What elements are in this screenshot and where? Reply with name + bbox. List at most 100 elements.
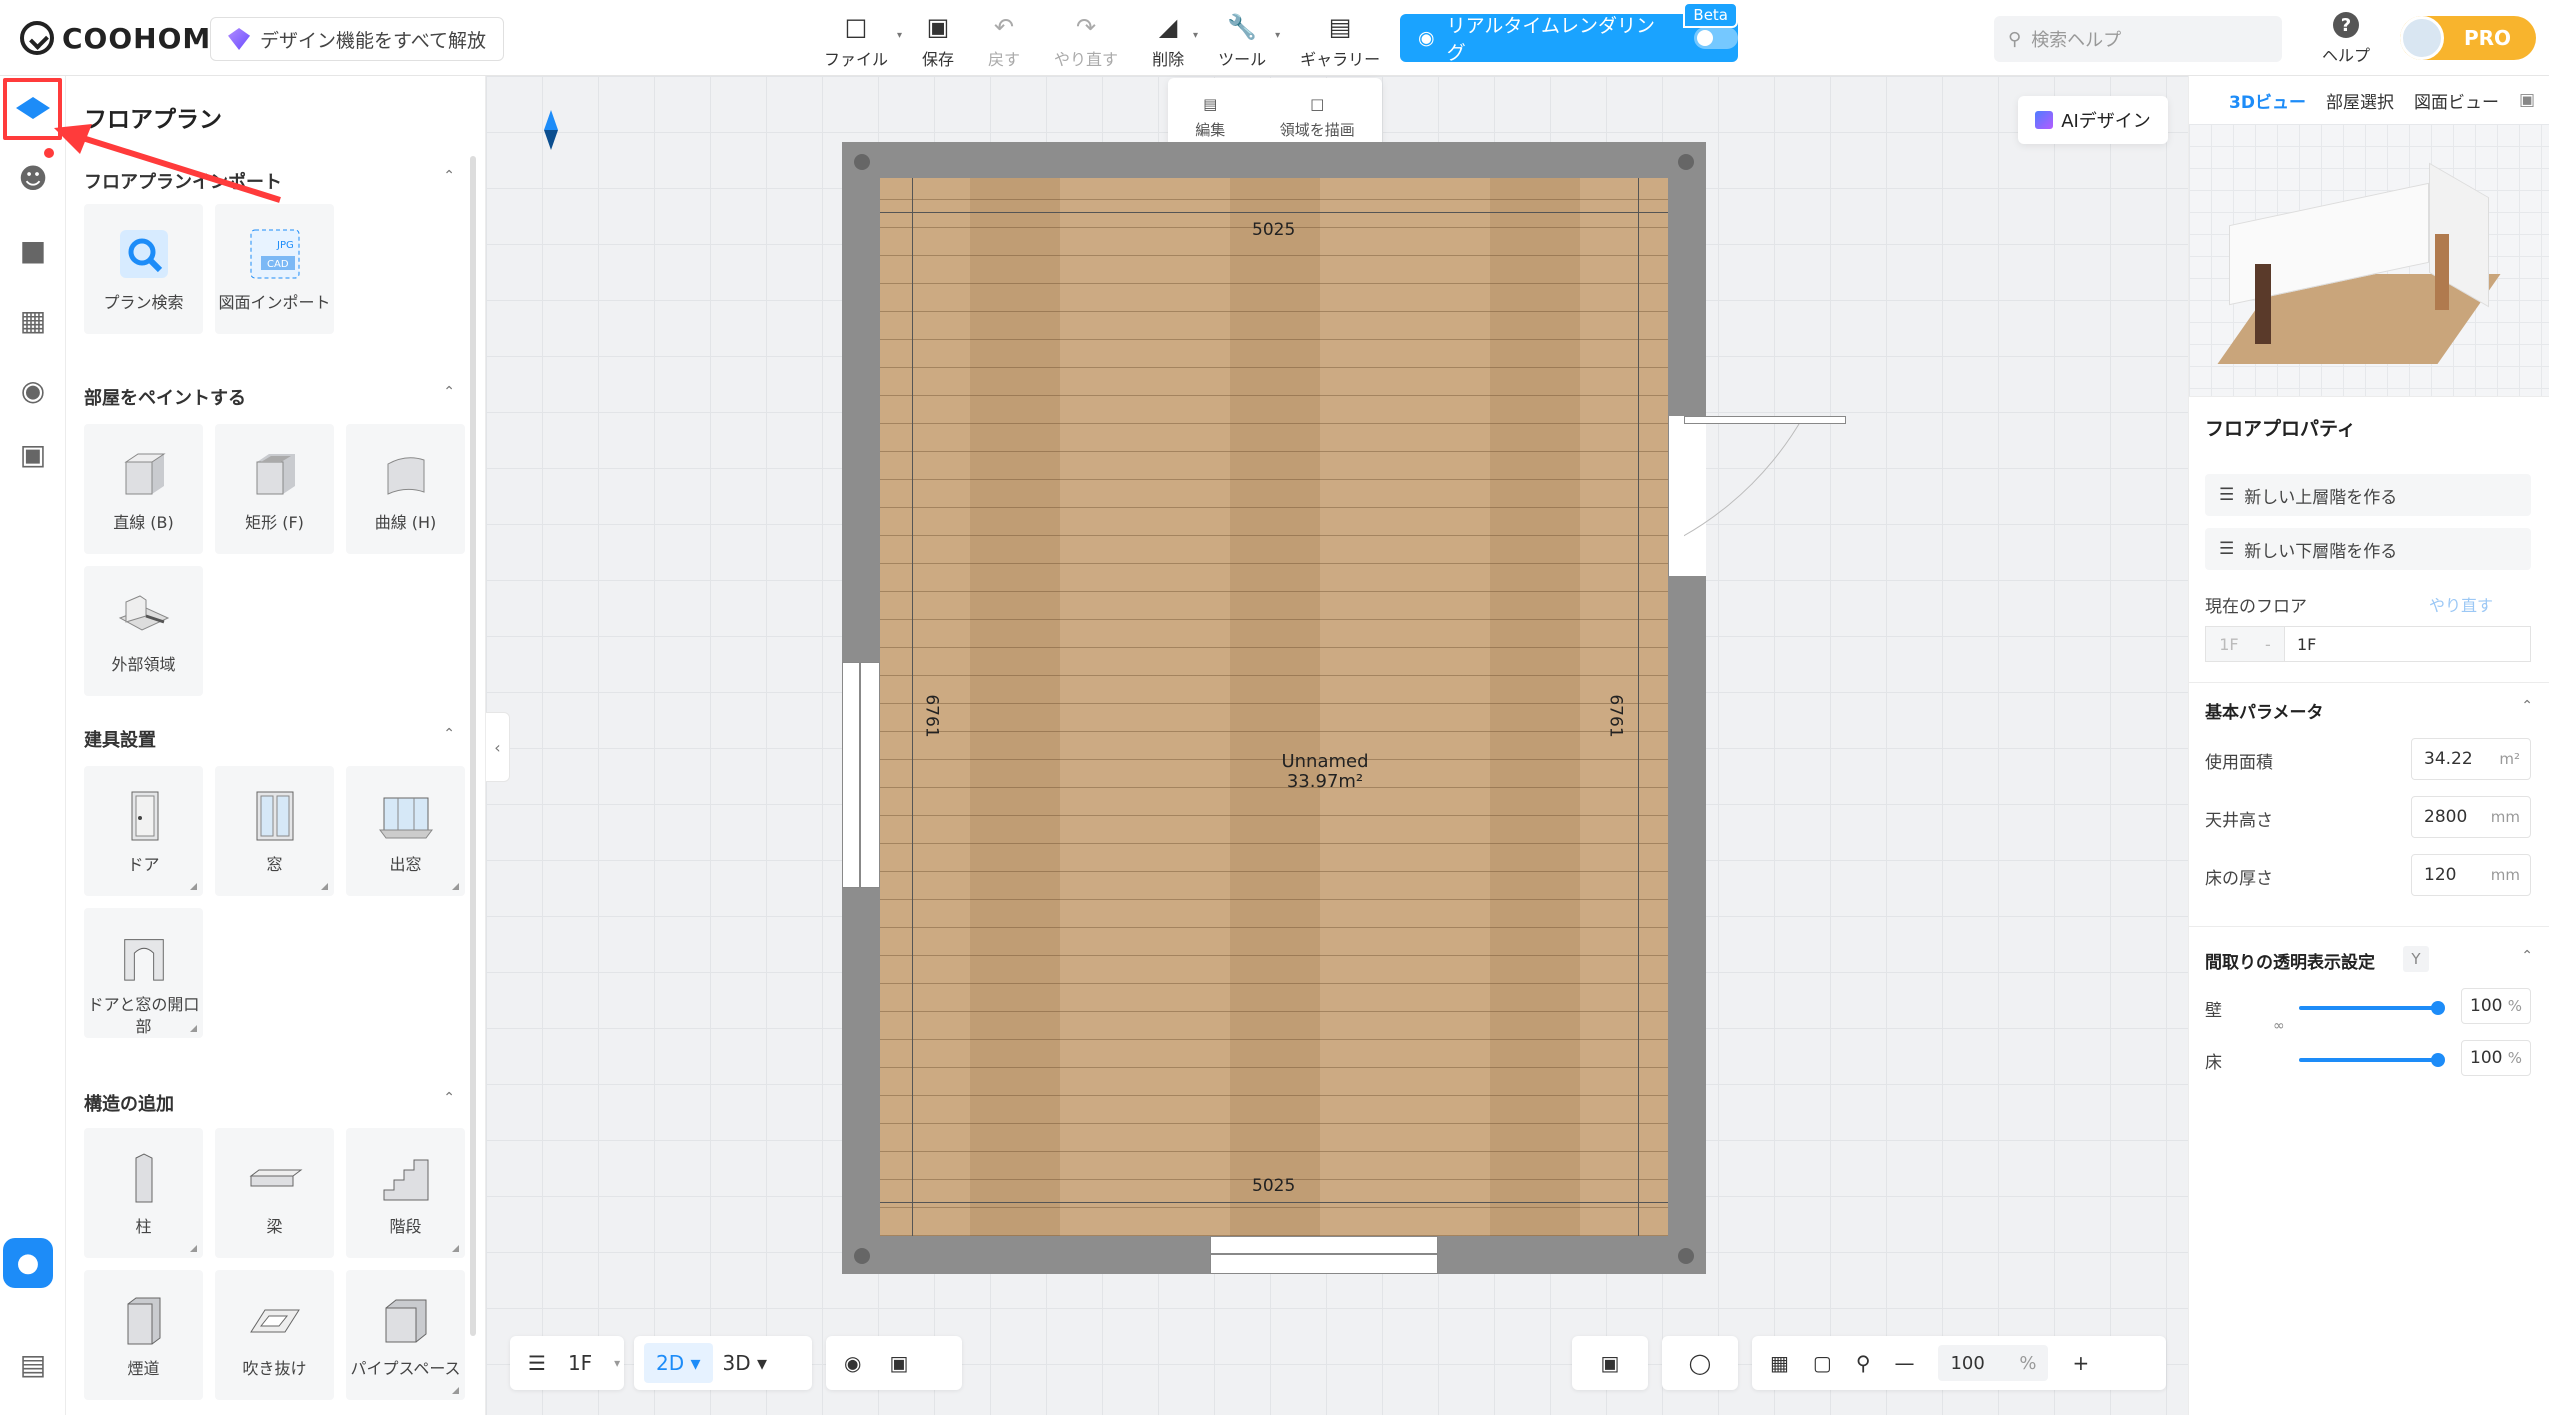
chevron-up-icon[interactable]: ⌃ xyxy=(2521,698,2533,714)
new-lower-floor-button[interactable]: ☰ 新しい下層階を作る xyxy=(2205,528,2531,570)
draw-area-button[interactable]: □ 領域を描画 xyxy=(1280,95,1355,140)
file-menu-button[interactable]: □ ファイル ▾ xyxy=(810,8,902,70)
compass-icon[interactable] xyxy=(544,110,558,150)
door-tile[interactable]: ドア xyxy=(84,766,203,896)
submenu-corner-icon xyxy=(452,1387,459,1394)
undo-button[interactable]: ↶ 戻す xyxy=(974,8,1034,70)
settings-toggle-button[interactable]: ◯ xyxy=(1662,1336,1738,1390)
void-tile[interactable]: 吹き抜け xyxy=(215,1270,334,1400)
chevron-up-icon[interactable]: ⌃ xyxy=(443,384,455,400)
floor-transparency-input[interactable]: 100 % xyxy=(2461,1040,2531,1076)
wrench-icon: 🔧 xyxy=(1227,13,1258,41)
expand-icon[interactable]: ▣ xyxy=(2519,90,2535,110)
dimension-left: 6761 xyxy=(921,694,942,738)
tab-room-select[interactable]: 部屋選択 xyxy=(2326,88,2394,113)
gallery-button[interactable]: ▤ ギャラリー xyxy=(1286,8,1394,70)
image-import-tile[interactable]: JPG CAD 図面インポート xyxy=(215,204,334,334)
tab-plan-view[interactable]: 図面ビュー xyxy=(2414,88,2499,113)
chevron-up-icon[interactable]: ⌃ xyxy=(443,726,455,742)
eraser-icon: ◢ xyxy=(1158,13,1178,41)
panel-toggle-icon[interactable]: ▤ xyxy=(11,1342,55,1386)
unlock-features-button[interactable]: デザイン機能をすべて解放 xyxy=(210,17,504,61)
focus-icon[interactable]: ▢ xyxy=(1813,1351,1832,1375)
save-button[interactable]: ▣ 保存 xyxy=(908,8,968,70)
pipe-space-tile[interactable]: パイプスペース xyxy=(346,1270,465,1400)
mode-2d-button[interactable]: 2D ▾ xyxy=(644,1343,713,1383)
opening-tile[interactable]: ドアと窓の開口部 xyxy=(84,908,203,1038)
floor-name-input[interactable]: 1F xyxy=(2285,626,2531,662)
help-search-input[interactable]: ⚲ 検索ヘルプ xyxy=(1994,16,2282,62)
floor-transparency-slider[interactable] xyxy=(2299,1053,2445,1067)
render-toggle[interactable] xyxy=(1694,27,1738,49)
logo[interactable]: COOHOM xyxy=(20,18,211,58)
area-input[interactable]: 34.22 m² xyxy=(2411,738,2531,780)
link-icon[interactable]: ∞ xyxy=(2273,1018,2285,1034)
ai-design-button[interactable]: AIデザイン xyxy=(2018,96,2168,144)
gallery-icon: ▤ xyxy=(1328,13,1352,41)
flue-tile[interactable]: 煙道 xyxy=(84,1270,203,1400)
new-upper-floor-button[interactable]: ☰ 新しい上層階を作る xyxy=(2205,474,2531,516)
package-box-icon[interactable]: ▦ xyxy=(11,298,55,342)
window-bottom[interactable] xyxy=(1210,1236,1438,1274)
column-tile[interactable]: 柱 xyxy=(84,1128,203,1258)
lock-button[interactable]: ▣ xyxy=(1572,1336,1648,1390)
zoom-input[interactable]: 100 % xyxy=(1938,1345,2049,1381)
chevron-up-icon[interactable]: ⌃ xyxy=(2521,948,2533,964)
realtime-render-button[interactable]: ◉ リアルタイムレンダリング Beta xyxy=(1400,2,1738,64)
tools-menu-button[interactable]: 🔧 ツール ▾ xyxy=(1204,8,1280,70)
chevron-up-icon[interactable]: ⌃ xyxy=(443,1090,455,1106)
wall-corner-node[interactable] xyxy=(854,154,870,170)
exterior-area-tile[interactable]: 外部領域 xyxy=(84,566,203,696)
redo-link[interactable]: やり直す xyxy=(2429,592,2493,616)
cube-view-icon[interactable]: ▣ xyxy=(889,1351,908,1375)
divider xyxy=(2189,396,2549,397)
room-label[interactable]: Unnamed 33.97m² xyxy=(1230,752,1420,792)
help-button[interactable]: ? ヘルプ xyxy=(2316,12,2376,68)
template-layout-icon[interactable]: ▣ xyxy=(11,432,55,476)
fit-view-icon[interactable]: ▦ xyxy=(1770,1351,1789,1375)
chevron-up-icon[interactable]: ⌃ xyxy=(443,168,455,184)
edit-button[interactable]: ▤ 編集 xyxy=(1195,95,1225,140)
camera-icon[interactable]: ◉ xyxy=(11,368,55,412)
straight-wall-tile[interactable]: 直線 (B) xyxy=(84,424,203,554)
window-left[interactable] xyxy=(842,662,880,888)
furniture-sofa-icon[interactable]: ■ xyxy=(11,228,55,272)
panel-scrollbar[interactable] xyxy=(470,156,476,1336)
wall-transparency-slider[interactable] xyxy=(2299,1001,2445,1015)
pct-unit: % xyxy=(2507,1049,2522,1067)
chevron-left-icon: ‹ xyxy=(494,737,501,757)
wall-corner-node[interactable] xyxy=(1678,154,1694,170)
tab-3d-view[interactable]: 3Dビュー xyxy=(2229,88,2306,113)
chat-support-button[interactable]: ● xyxy=(3,1238,53,1288)
rectangle-room-tile[interactable]: 矩形 (F) xyxy=(215,424,334,554)
account-pro-button[interactable]: PRO xyxy=(2400,16,2536,60)
mode-3d-button[interactable]: 3D ▾ xyxy=(723,1351,768,1375)
beam-tile[interactable]: 梁 xyxy=(215,1128,334,1258)
floor-selector[interactable]: ☰ 1F ▾ xyxy=(510,1336,624,1390)
wall-corner-node[interactable] xyxy=(854,1248,870,1264)
zoom-area-icon[interactable]: ⚲ xyxy=(1856,1351,1871,1375)
new-lower-label: 新しい下層階を作る xyxy=(2244,541,2398,562)
wall-transparency-input[interactable]: 100 % xyxy=(2461,988,2531,1024)
zoom-out-button[interactable]: — xyxy=(1894,1351,1914,1375)
redo-button[interactable]: ↷ やり直す xyxy=(1040,8,1132,70)
collapse-panel-button[interactable]: ‹ xyxy=(486,712,510,782)
plan-search-tile[interactable]: プラン検索 xyxy=(84,204,203,334)
wall-corner-node[interactable] xyxy=(1678,1248,1694,1264)
ceiling-input[interactable]: 2800 mm xyxy=(2411,796,2531,838)
window-tile[interactable]: 窓 xyxy=(215,766,334,896)
tile-label: 柱 xyxy=(135,1217,152,1236)
3d-preview[interactable] xyxy=(2189,124,2549,396)
curve-wall-tile[interactable]: 曲線 (H) xyxy=(346,424,465,554)
delete-button[interactable]: ◢ 削除 ▾ xyxy=(1138,8,1198,70)
zoom-in-button[interactable]: + xyxy=(2072,1351,2089,1375)
room-floor[interactable] xyxy=(880,178,1668,1236)
submenu-corner-icon xyxy=(190,883,197,890)
thickness-unit: mm xyxy=(2490,866,2520,884)
door-leaf[interactable] xyxy=(1684,416,1846,424)
thickness-input[interactable]: 120 mm xyxy=(2411,854,2531,896)
eye-icon[interactable]: ◉ xyxy=(844,1351,861,1375)
bay-window-tile[interactable]: 出窓 xyxy=(346,766,465,896)
cube-icon xyxy=(123,453,166,495)
stairs-tile[interactable]: 階段 xyxy=(346,1128,465,1258)
